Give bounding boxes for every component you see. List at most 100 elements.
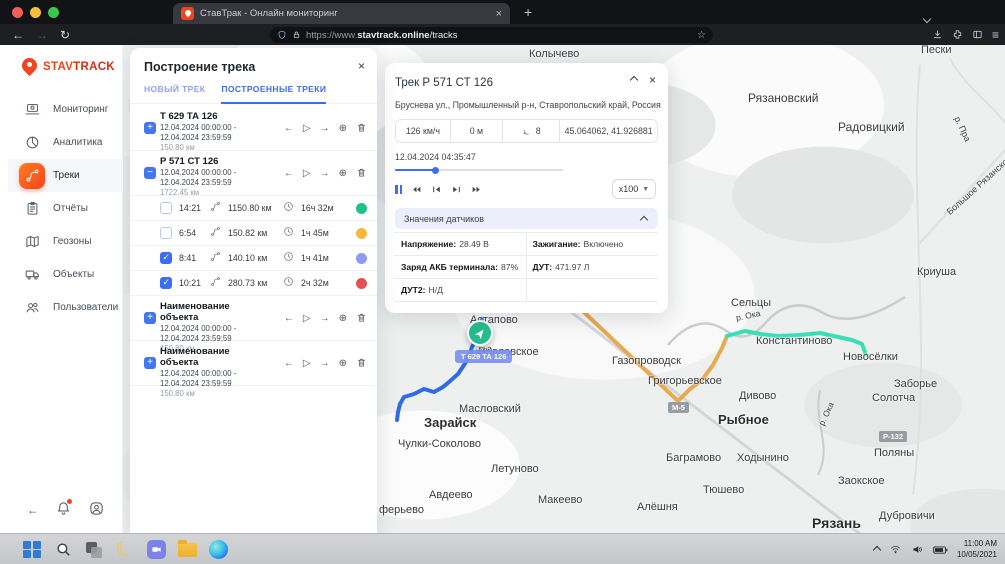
add-geopoint-button[interactable]: ⊕	[339, 359, 347, 369]
bookmark-star-icon[interactable]: ☆	[697, 30, 706, 41]
next-point-button[interactable]: →	[320, 359, 330, 369]
add-geopoint-button[interactable]: ⊕	[339, 124, 347, 134]
track-segment-row[interactable]: 8:41140.10 км1ч 41м	[130, 246, 377, 271]
prev-point-button[interactable]: ←	[284, 169, 294, 179]
tray-chevron-icon[interactable]	[873, 545, 881, 553]
sensors-header[interactable]: Значения датчиков	[395, 208, 658, 229]
battery-icon[interactable]	[933, 545, 948, 555]
file-explorer-icon[interactable]	[177, 540, 197, 560]
play-track-button[interactable]: ▷	[303, 314, 311, 324]
segment-color-dot	[356, 253, 367, 264]
tracks-panel-close-icon[interactable]: ×	[358, 59, 365, 73]
segment-checkbox[interactable]	[160, 227, 172, 239]
prev-point-button[interactable]: ←	[284, 124, 294, 134]
wifi-icon[interactable]	[889, 544, 902, 555]
next-point-button[interactable]: →	[320, 124, 330, 134]
track-segment-row[interactable]: 14:211150.80 км16ч 32м	[130, 196, 377, 221]
tab-new-track[interactable]: НОВЫЙ ТРЕК	[144, 84, 205, 103]
track-segment-row[interactable]: 6:54150.82 км1ч 45м	[130, 221, 377, 246]
nightlight-app-icon[interactable]: ☾	[115, 540, 135, 560]
tab-close-icon[interactable]: ×	[496, 8, 502, 20]
taskbar-clock[interactable]: 11:00 AM 10/05/2021	[957, 539, 997, 560]
next-point-button[interactable]: →	[320, 314, 330, 324]
tab-built-tracks[interactable]: ПОСТРОЕННЫЕ ТРЕКИ	[221, 84, 326, 104]
forward-button[interactable]: →	[36, 28, 48, 42]
map-label: Дубровичи	[879, 510, 935, 522]
window-close-button[interactable]	[12, 7, 23, 18]
delete-track-button[interactable]	[356, 357, 367, 371]
sidebar-item-analytics[interactable]: Аналитика	[8, 126, 123, 159]
url-bar[interactable]: https://www.stavtrack.online/tracks ☆	[270, 27, 713, 43]
sidebar-item-users[interactable]: Пользователи	[8, 291, 123, 324]
river-pra	[950, 58, 1005, 123]
extensions-icon[interactable]	[952, 29, 963, 40]
new-tab-button[interactable]: +	[524, 4, 532, 20]
sidebar-item-objects[interactable]: Объекты	[8, 258, 123, 291]
delete-track-button[interactable]	[356, 312, 367, 326]
add-geopoint-button[interactable]: ⊕	[339, 314, 347, 324]
add-geopoint-button[interactable]: ⊕	[339, 169, 347, 179]
play-track-button[interactable]: ▷	[303, 359, 311, 369]
fast-forward-button[interactable]	[471, 184, 482, 195]
start-button[interactable]	[22, 540, 42, 560]
downloads-icon[interactable]	[932, 29, 943, 40]
segment-checkbox[interactable]	[160, 202, 172, 214]
reload-button[interactable]: ↻	[60, 28, 70, 42]
window-minimize-button[interactable]	[30, 7, 41, 18]
collapse-card-chevron-icon[interactable]	[630, 76, 638, 84]
segment-checkbox-checked[interactable]	[160, 277, 172, 289]
step-back-button[interactable]	[431, 184, 442, 195]
vehicle-label-badge[interactable]: Т 629 ТА 126	[455, 350, 512, 363]
track-item[interactable]: −Р 571 СТ 12612.04.2024 00:00:00 - 12.04…	[130, 151, 377, 196]
sensors-collapse-chevron-icon[interactable]	[640, 216, 648, 224]
delete-track-button[interactable]	[356, 167, 367, 181]
sidebar-item-label: Объекты	[53, 269, 94, 280]
prev-point-button[interactable]: ←	[284, 314, 294, 324]
notifications-bell-icon[interactable]	[56, 501, 71, 519]
vehicle-marker[interactable]	[467, 320, 493, 346]
search-icon[interactable]	[53, 540, 73, 560]
sidebar-item-reports[interactable]: Отчёты	[8, 192, 123, 225]
collapse-sidebar-button[interactable]: ←	[27, 503, 39, 517]
pause-button[interactable]	[395, 185, 402, 194]
edge-browser-icon[interactable]	[208, 540, 228, 560]
delete-track-button[interactable]	[356, 122, 367, 136]
expand-track-button[interactable]: +	[144, 122, 156, 134]
sidebar-item-geozones[interactable]: Геозоны	[8, 225, 123, 258]
clock-time: 11:00 AM	[964, 539, 997, 548]
menu-icon[interactable]: ≡	[992, 28, 999, 42]
play-track-button[interactable]: ▷	[303, 169, 311, 179]
next-point-button[interactable]: →	[320, 169, 330, 179]
speed-multiplier-dropdown[interactable]: x100▼	[612, 179, 656, 199]
task-view-icon[interactable]	[84, 540, 104, 560]
back-button[interactable]: ←	[12, 28, 24, 42]
track-segment-row[interactable]: 10:21280.73 км2ч 32м	[130, 271, 377, 296]
rewind-button[interactable]	[411, 184, 422, 195]
browser-tab[interactable]: СтавТрак - Онлайн мониторинг ×	[173, 3, 510, 24]
segment-checkbox-checked[interactable]	[160, 252, 172, 264]
play-track-button[interactable]: ▷	[303, 124, 311, 134]
sidebar-item-tracks[interactable]: Треки	[8, 159, 123, 192]
expand-track-button[interactable]: +	[144, 312, 156, 324]
collapse-track-button[interactable]: −	[144, 167, 156, 179]
track-item[interactable]: +Наименование объекта12.04.2024 00:00:00…	[130, 296, 377, 341]
sensors-table: Напряжение:28.49 ВЗажигание:ВключеноЗаря…	[395, 232, 658, 302]
track-item[interactable]: +Наименование объекта12.04.2024 00:00:00…	[130, 341, 377, 386]
sidebar-panel-icon[interactable]	[972, 29, 983, 40]
detail-close-icon[interactable]: ×	[649, 75, 656, 85]
playback-slider[interactable]	[395, 169, 563, 171]
clock-date: 10/05/2021	[957, 550, 997, 559]
prev-point-button[interactable]: ←	[284, 359, 294, 369]
sidebar-item-monitoring[interactable]: Мониторинг	[8, 93, 123, 126]
window-zoom-button[interactable]	[48, 7, 59, 18]
map-label: Пески	[921, 45, 951, 56]
teams-chat-icon[interactable]	[146, 540, 166, 560]
slider-knob[interactable]	[432, 167, 439, 174]
segment-color-dot	[356, 278, 367, 289]
track-item[interactable]: +Т 629 ТА 12612.04.2024 00:00:00 - 12.04…	[130, 106, 377, 151]
segment-time: 14:21	[179, 203, 203, 213]
volume-icon[interactable]	[911, 544, 924, 555]
step-forward-button[interactable]	[451, 184, 462, 195]
expand-track-button[interactable]: +	[144, 357, 156, 369]
profile-icon[interactable]	[89, 501, 104, 519]
